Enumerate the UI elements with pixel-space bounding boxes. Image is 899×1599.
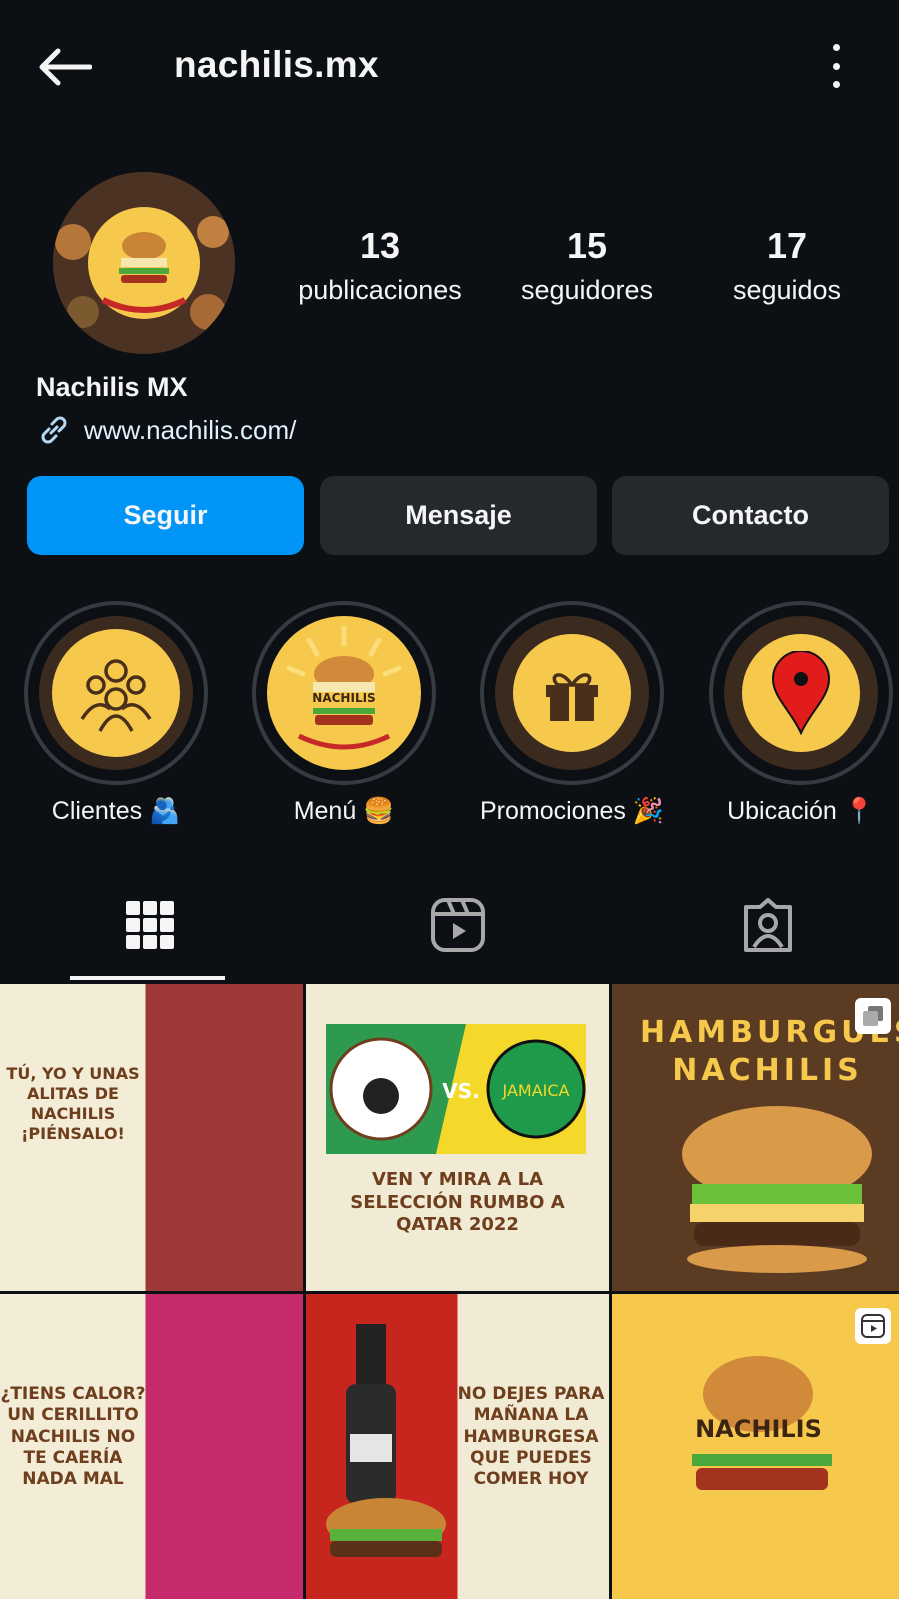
profile-tabs bbox=[0, 870, 899, 980]
highlight-clientes[interactable]: Clientes 🫂 bbox=[24, 601, 208, 826]
post-tile[interactable]: NO DEJES PARA MAÑANA LA HAMBURGESA QUE P… bbox=[306, 1294, 609, 1599]
link-icon bbox=[41, 416, 67, 444]
highlight-badge bbox=[742, 634, 860, 752]
following-count-label: seguidos bbox=[732, 275, 842, 305]
soccer-crest-icon: JAMAICA VS. bbox=[326, 1024, 586, 1154]
svg-text:VS.: VS. bbox=[442, 1079, 479, 1103]
dot-icon bbox=[832, 81, 840, 88]
highlight-badge bbox=[513, 634, 631, 752]
highlight-ring bbox=[480, 601, 664, 785]
svg-text:JAMAICA: JAMAICA bbox=[502, 1081, 570, 1100]
svg-text:NACHILIS: NACHILIS bbox=[312, 691, 375, 705]
burger-logo-icon: NACHILIS bbox=[286, 625, 402, 750]
highlight-cover bbox=[724, 616, 878, 770]
website-url: www.nachilis.com/ bbox=[84, 414, 297, 445]
burger-logo-icon bbox=[53, 172, 235, 354]
highlight-badge bbox=[52, 629, 180, 757]
followers-count-label: seguidores bbox=[520, 275, 654, 305]
website-link[interactable]: www.nachilis.com/ bbox=[36, 412, 296, 448]
map-pin-icon bbox=[771, 651, 831, 735]
beer-burger-icon bbox=[326, 1324, 446, 1557]
post-tile[interactable]: TÚ, YO Y UNAS ALITAS DE NACHILIS ¡PIÉNSA… bbox=[0, 984, 303, 1291]
contact-button[interactable]: Contacto bbox=[612, 476, 889, 555]
highlight-label: Ubicación 📍 bbox=[727, 797, 875, 825]
top-bar: nachilis.mx bbox=[0, 0, 899, 130]
post-tile[interactable]: ¿TIENS CALOR? UN CERILLITO NACHILIS NO T… bbox=[0, 1294, 303, 1599]
post-caption: TÚ, YO Y UNAS ALITAS DE NACHILIS ¡PIÉNSA… bbox=[6, 1064, 140, 1143]
highlight-ring: NACHILIS bbox=[252, 601, 436, 785]
highlight-menu[interactable]: NACHILIS Menú 🍔 bbox=[252, 601, 436, 826]
following-count[interactable]: 17 seguidos bbox=[687, 225, 887, 306]
highlight-label: Clientes 🫂 bbox=[51, 797, 181, 825]
followers-count-value: 15 bbox=[566, 225, 608, 266]
highlight-label: Promociones 🎉 bbox=[480, 797, 664, 825]
active-tab-indicator bbox=[70, 976, 225, 980]
burger-bottom-icon bbox=[692, 1454, 832, 1490]
posts-count-label: publicaciones bbox=[298, 275, 462, 305]
post-caption: VEN Y MIRA A LA SELECCIÓN RUMBO A QATAR … bbox=[350, 1169, 565, 1235]
highlight-ubicacion[interactable]: Ubicación 📍 bbox=[709, 601, 893, 826]
highlight-ring bbox=[709, 601, 893, 785]
post-tile[interactable]: HAMBURGUESA NACHILIS bbox=[612, 984, 899, 1291]
people-icon bbox=[80, 659, 152, 732]
followers-count[interactable]: 15 seguidores bbox=[487, 225, 687, 306]
reel-icon bbox=[855, 1308, 891, 1344]
highlight-cover: NACHILIS bbox=[267, 616, 421, 770]
burger-photo-icon bbox=[682, 1106, 872, 1273]
profile-avatar[interactable] bbox=[53, 172, 235, 354]
multi-post-icon bbox=[855, 998, 891, 1034]
profile-username: nachilis.mx bbox=[174, 44, 379, 85]
post-caption: NO DEJES PARA MAÑANA LA HAMBURGESA QUE P… bbox=[457, 1384, 605, 1489]
dot-icon bbox=[832, 62, 840, 70]
posts-count-value: 13 bbox=[359, 225, 401, 266]
tab-posts-grid[interactable] bbox=[0, 870, 300, 980]
grid-icon bbox=[126, 901, 174, 949]
posts-grid: TÚ, YO Y UNAS ALITAS DE NACHILIS ¡PIÉNSA… bbox=[0, 984, 899, 1599]
arrow-left-icon bbox=[39, 48, 92, 86]
follow-button[interactable]: Seguir bbox=[27, 476, 304, 555]
message-button[interactable]: Mensaje bbox=[320, 476, 597, 555]
post-tile[interactable]: NACHILIS bbox=[612, 1294, 899, 1599]
highlight-ring bbox=[24, 601, 208, 785]
highlight-cover bbox=[495, 616, 649, 770]
highlight-promociones[interactable]: Promociones 🎉 bbox=[480, 601, 664, 826]
dot-icon bbox=[832, 44, 840, 51]
post-caption: NACHILIS bbox=[695, 1415, 822, 1443]
post-caption: ¿TIENS CALOR? UN CERILLITO NACHILIS NO T… bbox=[0, 1384, 146, 1489]
following-count-value: 17 bbox=[766, 225, 808, 266]
gift-icon bbox=[546, 673, 598, 721]
post-tile[interactable]: JAMAICA VS. VEN Y MIRA A LA SELECCIÓN RU… bbox=[306, 984, 609, 1291]
highlight-label: Menú 🍔 bbox=[293, 797, 395, 825]
reels-icon bbox=[431, 898, 485, 952]
more-options-button[interactable] bbox=[826, 44, 846, 88]
tagged-icon bbox=[744, 898, 792, 952]
tab-tagged[interactable] bbox=[618, 870, 899, 980]
back-button[interactable] bbox=[36, 42, 96, 92]
display-name: Nachilis MX bbox=[36, 372, 188, 402]
tab-reels[interactable] bbox=[308, 870, 608, 980]
highlight-cover bbox=[39, 616, 193, 770]
posts-count[interactable]: 13 publicaciones bbox=[280, 225, 480, 306]
